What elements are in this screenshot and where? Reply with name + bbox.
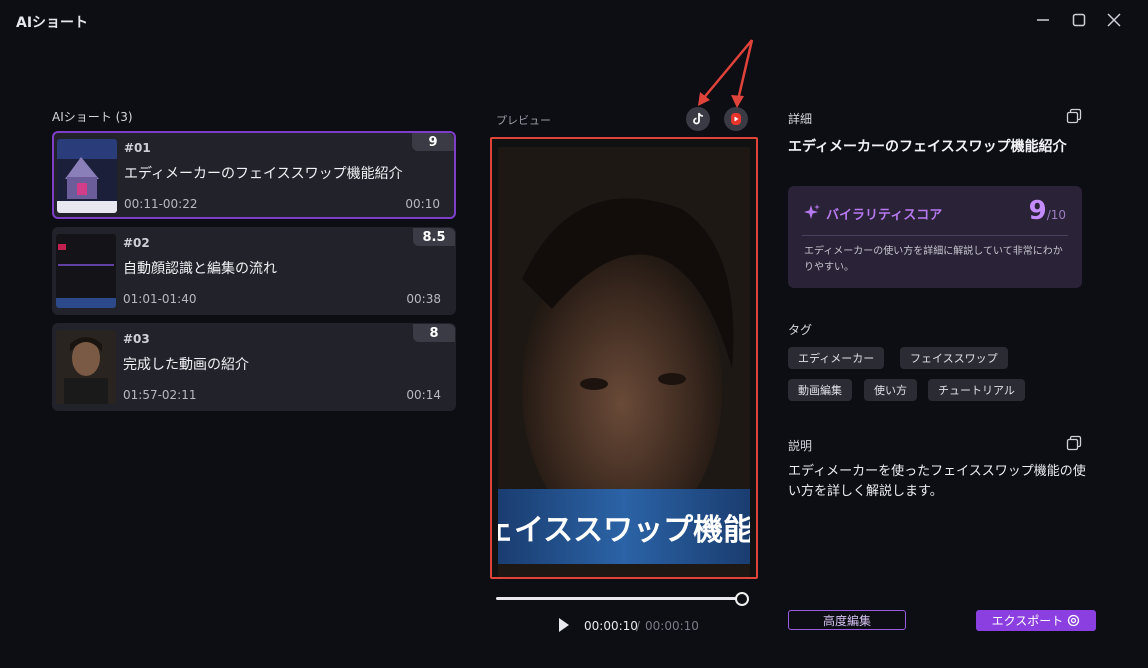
copy-details-button[interactable] xyxy=(1066,108,1082,124)
virality-score-card: バイラリティスコア 9/10 エディメーカーの使い方を詳細に解説していて非常にわ… xyxy=(788,186,1082,288)
card-score-badge: 8.5 xyxy=(413,228,455,246)
detail-title: エディメーカーのフェイススワップ機能紹介 xyxy=(788,139,1067,155)
preview-label: プレビュー xyxy=(496,114,551,127)
advanced-edit-button[interactable]: 高度編集 xyxy=(788,610,906,630)
copy-icon xyxy=(1066,435,1082,451)
card-title: 自動顔認識と編集の流れ xyxy=(123,261,277,277)
short-card-1[interactable]: #01 エディメーカーのフェイススワップ機能紹介 00:11-00:22 00:… xyxy=(52,131,456,219)
copy-icon xyxy=(1066,108,1082,124)
list-title: AIショート (3) xyxy=(52,110,133,124)
youtube-shorts-icon xyxy=(731,113,741,125)
video-subtitle: ェイススワップ機能の使い xyxy=(498,512,750,548)
card-duration: 00:38 xyxy=(406,292,441,306)
video-preview[interactable]: ェイススワップ機能の使い xyxy=(490,137,758,579)
thumbnail xyxy=(57,139,117,213)
virality-label: バイラリティスコア xyxy=(826,208,943,223)
card-number: #02 xyxy=(123,236,150,250)
tags-label: タグ xyxy=(788,323,813,337)
total-time: 00:00:10 xyxy=(645,619,699,633)
current-time: 00:00:10 xyxy=(584,619,638,633)
export-label: エクスポート xyxy=(991,614,1064,628)
export-button[interactable]: エクスポート xyxy=(976,610,1096,631)
tag-chip[interactable]: 使い方 xyxy=(864,379,917,401)
card-title: 完成した動画の紹介 xyxy=(123,357,249,373)
window-title: AIショート xyxy=(16,15,89,31)
youtube-shorts-share-button[interactable] xyxy=(724,107,748,131)
minimize-button[interactable] xyxy=(1031,8,1055,32)
short-card-2[interactable]: #02 自動顔認識と編集の流れ 01:01-01:40 00:38 8.5 xyxy=(52,227,456,315)
virality-score-value: 9 xyxy=(1028,196,1047,226)
description-label: 説明 xyxy=(788,439,813,453)
card-number: #03 xyxy=(123,332,150,346)
play-button[interactable] xyxy=(556,617,572,633)
close-icon xyxy=(1107,13,1121,27)
tiktok-icon xyxy=(693,112,704,125)
progress-handle[interactable] xyxy=(735,592,749,606)
tag-chip[interactable]: 動画編集 xyxy=(788,379,852,401)
divider xyxy=(802,235,1068,236)
sparkle-icon xyxy=(804,204,820,219)
settings-icon xyxy=(1068,614,1080,627)
card-score-badge: 8 xyxy=(413,324,455,342)
tag-chip[interactable]: エディメーカー xyxy=(788,347,885,369)
maximize-icon xyxy=(1072,13,1086,27)
card-duration: 00:10 xyxy=(405,197,440,211)
card-title: エディメーカーのフェイススワップ機能紹介 xyxy=(124,166,403,182)
play-icon xyxy=(559,618,569,632)
card-time-range: 01:01-01:40 xyxy=(123,292,197,306)
thumbnail xyxy=(56,330,116,404)
progress-bar[interactable] xyxy=(496,597,742,600)
minimize-icon xyxy=(1037,19,1049,21)
close-button[interactable] xyxy=(1102,8,1126,32)
short-card-3[interactable]: #03 完成した動画の紹介 01:57-02:11 00:14 8 xyxy=(52,323,456,411)
thumbnail xyxy=(56,234,116,308)
details-label: 詳細 xyxy=(788,112,813,126)
subtitle-band: ェイススワップ機能の使い xyxy=(498,489,750,564)
maximize-button[interactable] xyxy=(1067,8,1091,32)
virality-score: 9/10 xyxy=(1029,196,1066,226)
card-duration: 00:14 xyxy=(406,388,441,402)
tag-chip[interactable]: フェイススワップ xyxy=(900,347,1008,369)
time-separator: / xyxy=(636,619,641,633)
copy-description-button[interactable] xyxy=(1066,435,1082,451)
description-text: エディメーカーを使ったフェイススワップ機能の使い方を詳しく解説します。 xyxy=(788,464,1086,499)
virality-score-max: /10 xyxy=(1046,208,1066,222)
card-number: #01 xyxy=(124,141,151,155)
tag-chip[interactable]: チュートリアル xyxy=(928,379,1025,401)
card-time-range: 00:11-00:22 xyxy=(124,197,198,211)
card-score-badge: 9 xyxy=(412,133,454,151)
tiktok-share-button[interactable] xyxy=(686,107,710,131)
virality-description: エディメーカーの使い方を詳細に解説していて非常にわかりやすい。 xyxy=(804,246,1063,273)
card-time-range: 01:57-02:11 xyxy=(123,388,197,402)
